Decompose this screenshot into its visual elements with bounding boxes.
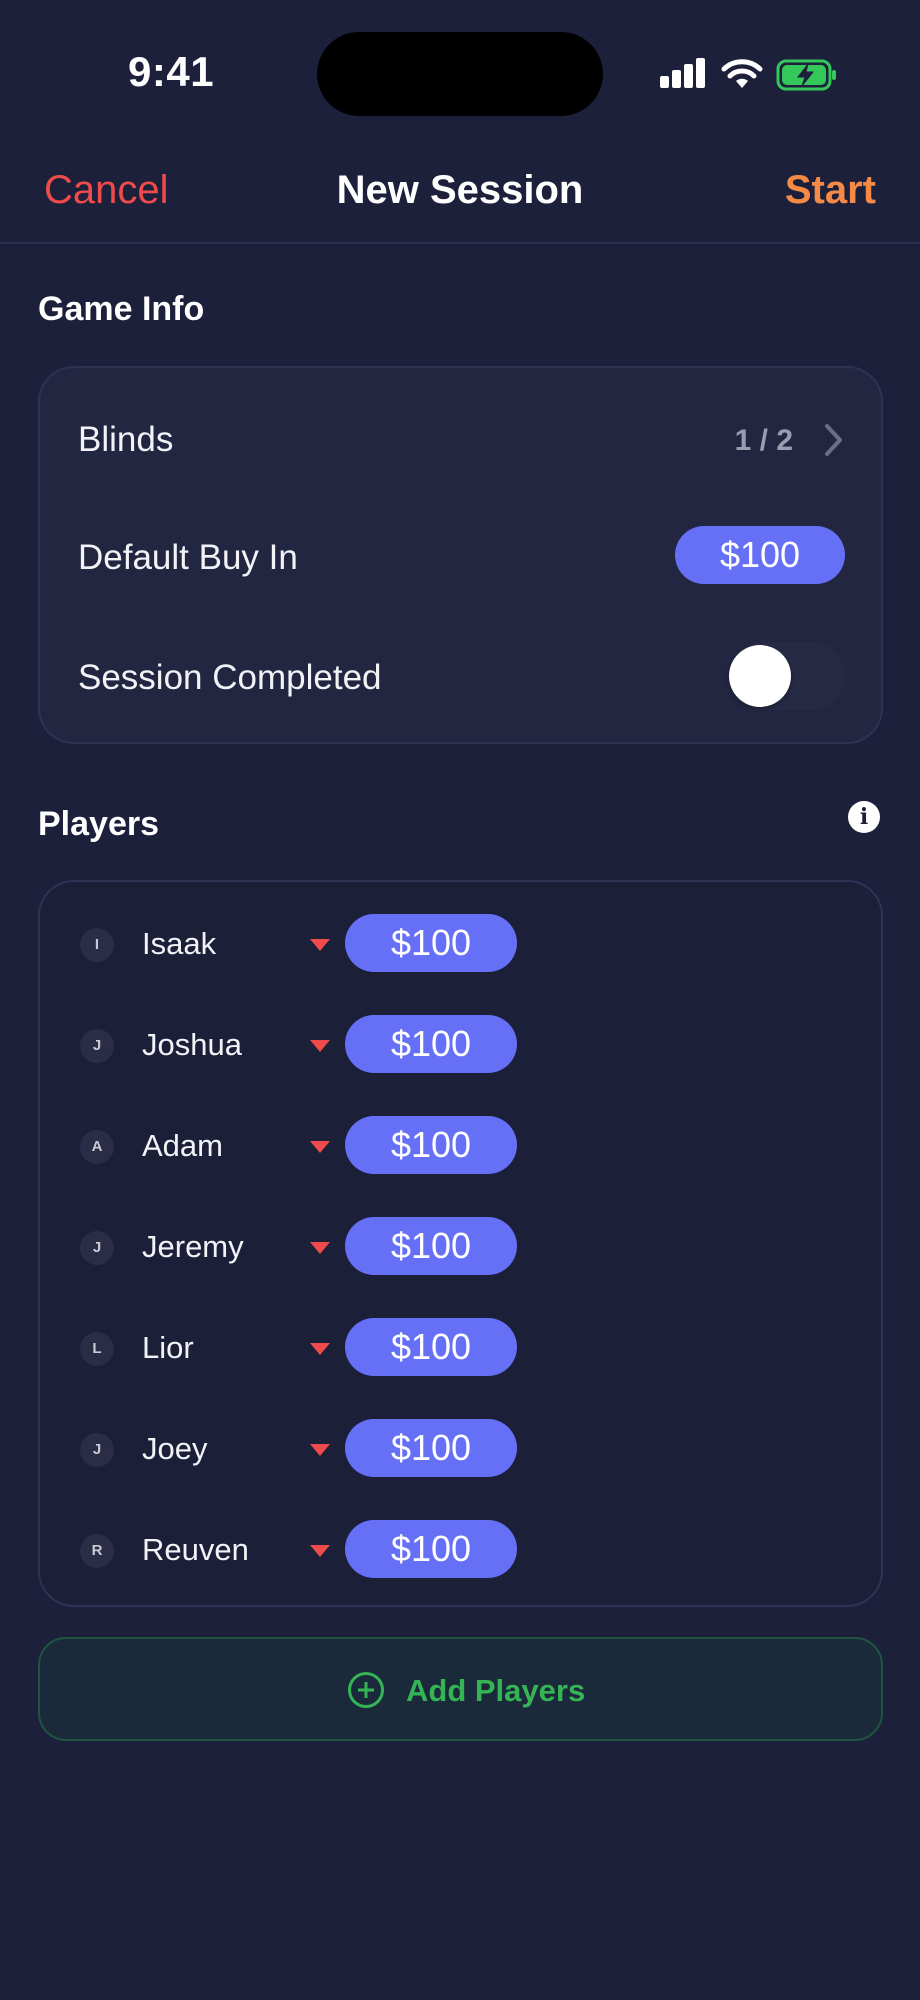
caret-down-icon[interactable] (310, 1141, 330, 1153)
plus-circle-icon (348, 1672, 384, 1708)
player-name: Isaak (142, 926, 217, 961)
caret-down-icon[interactable] (310, 1444, 330, 1456)
player-avatar: L (80, 1332, 114, 1366)
player-avatar: J (80, 1433, 114, 1467)
status-bar: 9:41 (0, 0, 920, 140)
player-name: Joey (142, 1431, 208, 1466)
player-name: Adam (142, 1128, 223, 1163)
wifi-icon (721, 59, 763, 88)
player-avatar: R (80, 1534, 114, 1568)
dynamic-island (317, 32, 603, 116)
player-name: Reuven (142, 1532, 249, 1567)
navigation-bar: Cancel New Session Start (0, 140, 920, 244)
player-row: J Jeremy $100 (40, 1217, 881, 1277)
player-name: Lior (142, 1330, 194, 1365)
game-info-heading: Game Info (38, 290, 205, 328)
game-info-card: Blinds 1 / 2 Default Buy In $100 Session… (38, 366, 883, 744)
player-row: R Reuven $100 (40, 1520, 881, 1580)
player-row: I Isaak $100 (40, 914, 881, 974)
caret-down-icon[interactable] (310, 939, 330, 951)
player-avatar: I (80, 928, 114, 962)
session-completed-label: Session Completed (78, 658, 382, 697)
player-avatar: A (80, 1130, 114, 1164)
caret-down-icon[interactable] (310, 1242, 330, 1254)
player-row: L Lior $100 (40, 1318, 881, 1378)
blinds-value: 1 / 2 (734, 424, 793, 457)
caret-down-icon[interactable] (310, 1040, 330, 1052)
players-heading: Players (38, 805, 159, 843)
add-players-label: Add Players (406, 1673, 586, 1708)
add-players-button[interactable]: Add Players (38, 1637, 883, 1741)
players-card: I Isaak $100 J Joshua $100 A Adam $100 J Jeremy $10… (38, 880, 883, 1607)
player-buy-in-field[interactable]: $100 (345, 1419, 517, 1477)
caret-down-icon[interactable] (310, 1545, 330, 1557)
player-buy-in-field[interactable]: $100 (345, 1318, 517, 1376)
start-button[interactable]: Start (785, 168, 876, 213)
player-buy-in-field[interactable]: $100 (345, 1217, 517, 1275)
chevron-right-icon (825, 424, 842, 456)
player-row: J Joey $100 (40, 1419, 881, 1479)
cellular-signal-icon (658, 58, 706, 92)
session-completed-toggle[interactable] (729, 642, 845, 710)
blinds-label: Blinds (78, 420, 174, 459)
player-row: J Joshua $100 (40, 1015, 881, 1075)
player-buy-in-field[interactable]: $100 (345, 914, 517, 972)
page-title: New Session (336, 168, 584, 212)
caret-down-icon[interactable] (310, 1343, 330, 1355)
player-avatar: J (80, 1231, 114, 1265)
player-name: Joshua (142, 1027, 242, 1062)
player-name: Jeremy (142, 1229, 244, 1264)
player-buy-in-field[interactable]: $100 (345, 1520, 517, 1578)
toggle-knob (729, 645, 791, 707)
info-icon[interactable]: i (848, 801, 880, 833)
battery-charging-icon (776, 59, 836, 91)
player-buy-in-field[interactable]: $100 (345, 1116, 517, 1174)
default-buy-in-field[interactable]: $100 (675, 526, 845, 584)
status-time: 9:41 (128, 48, 215, 95)
player-row: A Adam $100 (40, 1116, 881, 1176)
player-buy-in-field[interactable]: $100 (345, 1015, 517, 1073)
blinds-row[interactable]: Blinds 1 / 2 (40, 368, 881, 488)
player-avatar: J (80, 1029, 114, 1063)
default-buy-in-label: Default Buy In (78, 538, 298, 577)
